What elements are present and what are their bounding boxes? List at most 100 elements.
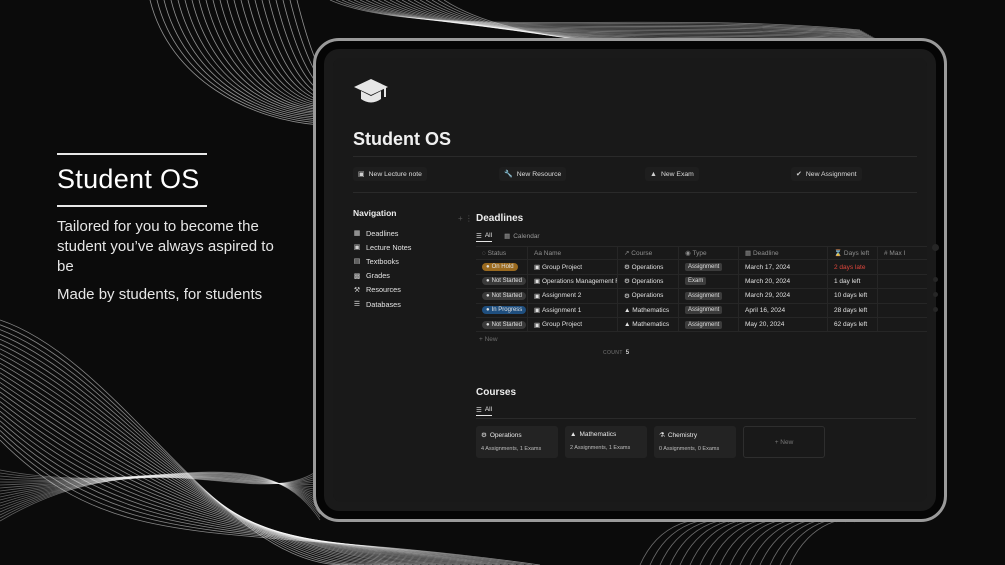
deadline-cell[interactable]: April 16, 2024: [739, 303, 828, 317]
wave-line: [719, 519, 793, 565]
course-cell[interactable]: ⚙ Operations: [618, 260, 679, 274]
name-cell[interactable]: ▣ Group Project: [528, 260, 618, 274]
wave-line: [659, 519, 739, 565]
column-days-left[interactable]: ⌛ Days left: [828, 247, 878, 260]
course-cell[interactable]: ⚙ Operations: [618, 274, 679, 289]
max-cell[interactable]: [878, 289, 918, 302]
status-dot-icon: ●: [486, 292, 490, 299]
drag-handle-icon[interactable]: + ⋮: [458, 214, 473, 223]
status-cell[interactable]: ● Not Started: [476, 289, 528, 303]
table-row[interactable]: ● Not Started ▣ Operations Management F ⚙ O…: [476, 274, 927, 290]
nav-item-lecture-notes[interactable]: ▣ Lecture Notes: [353, 240, 463, 254]
column-type[interactable]: ◉ Type: [679, 247, 739, 260]
database-icon: ☰: [476, 406, 482, 414]
table-row[interactable]: ● On Hold ▣ Group Project ⚙ Operations Assig…: [476, 260, 927, 275]
column-name[interactable]: Aa Name: [528, 247, 618, 260]
book-icon: ▤: [353, 258, 361, 266]
type-tag: Assignment: [685, 306, 723, 315]
nav-item-databases[interactable]: ☰ Databases: [353, 297, 463, 311]
view-tab-all[interactable]: ☰ All: [476, 404, 493, 416]
new-course-button[interactable]: + New: [743, 426, 825, 458]
type-cell[interactable]: Assignment: [679, 303, 739, 317]
name-cell[interactable]: ▣ Group Project: [528, 317, 618, 332]
type-tag: Assignment: [685, 263, 723, 272]
name-cell[interactable]: ▣ Assignment 1: [528, 303, 618, 317]
course-stats: 0 Assignments, 0 Exams: [659, 446, 720, 452]
status-cell[interactable]: ● In Progress: [476, 303, 528, 317]
status-cell[interactable]: ● Not Started: [476, 274, 528, 289]
new-resource-button[interactable]: 🔧 New Resource: [499, 167, 567, 181]
status-cell[interactable]: ● Not Started: [476, 317, 528, 332]
table-row[interactable]: ● In Progress ▣ Assignment 1 ▲ Mathematics A…: [476, 303, 927, 318]
nav-item-textbooks[interactable]: ▤ Textbooks: [353, 254, 463, 268]
add-row-button[interactable]: + New: [479, 336, 498, 343]
column-max[interactable]: # Max I: [878, 247, 918, 259]
deadline-cell[interactable]: March 20, 2024: [739, 274, 828, 289]
course-card-mathematics[interactable]: ▲ Mathematics 2 Assignments, 1 Exams: [565, 426, 647, 458]
nav-item-grades[interactable]: ▩ Grades: [353, 269, 463, 283]
status-dot-icon: ●: [486, 278, 490, 285]
deadline-cell[interactable]: March 17, 2024: [739, 260, 828, 274]
type-cell[interactable]: Assignment: [679, 289, 739, 303]
course-cell[interactable]: ▲ Mathematics: [618, 303, 679, 317]
wave-line: [639, 519, 721, 565]
deadline-cell[interactable]: March 29, 2024: [739, 289, 828, 303]
note-icon: ▣: [534, 278, 542, 286]
course-card-operations[interactable]: ⚙ Operations 4 Assignments, 1 Exams: [476, 426, 558, 458]
tablet-camera: [932, 244, 939, 251]
note-icon: ▣: [353, 244, 361, 252]
nav-item-deadlines[interactable]: ▦ Deadlines: [353, 226, 463, 240]
view-tab-all[interactable]: ☰ All: [476, 230, 493, 242]
course-cell[interactable]: ▲ Mathematics: [618, 317, 679, 332]
wrench-icon: 🔧: [504, 171, 513, 178]
new-exam-button[interactable]: ▲ New Exam: [645, 167, 699, 181]
days-left-cell[interactable]: 62 days left: [828, 317, 878, 332]
wrench-icon: ⚒: [353, 286, 361, 294]
course-icon: ⚙: [624, 292, 632, 300]
course-stats: 2 Assignments, 1 Exams: [570, 445, 631, 451]
wave-line: [769, 519, 838, 565]
deadline-cell[interactable]: May 20, 2024: [739, 317, 828, 332]
column-deadline[interactable]: ▦ Deadline: [739, 247, 828, 260]
max-cell[interactable]: [878, 304, 918, 317]
days-left-cell[interactable]: 28 days left: [828, 303, 878, 317]
view-tab-calendar[interactable]: ▦ Calendar: [504, 230, 540, 242]
type-cell[interactable]: Exam: [679, 274, 739, 289]
course-card-chemistry[interactable]: ⚗ Chemistry 0 Assignments, 0 Exams: [654, 426, 736, 458]
wave-line: [669, 519, 748, 565]
new-lecture-note-button[interactable]: ▣ New Lecture note: [353, 167, 427, 181]
days-left-cell[interactable]: 2 days late: [828, 260, 878, 274]
row-count: COUNT 5: [603, 350, 630, 356]
type-tag: Assignment: [685, 320, 723, 329]
calendar-icon: ▦: [353, 230, 361, 238]
table-row[interactable]: ● Not Started ▣ Group Project ▲ Mathematics…: [476, 317, 927, 333]
days-left-cell[interactable]: 1 day left: [828, 274, 878, 289]
status-cell[interactable]: ● On Hold: [476, 260, 528, 274]
wave-line: [0, 334, 365, 565]
notion-page: Student OS ▣ New Lecture note 🔧 New Reso…: [333, 58, 927, 502]
name-cell[interactable]: ▣ Operations Management F: [528, 274, 618, 289]
column-course[interactable]: ↗ Course: [618, 247, 679, 260]
navigation-title: Navigation: [353, 208, 397, 218]
type-cell[interactable]: Assignment: [679, 260, 739, 274]
calendar-icon: ▦: [504, 233, 511, 240]
course-icon: ▲: [624, 321, 633, 329]
type-tag: Exam: [685, 277, 707, 286]
max-cell[interactable]: [878, 260, 918, 273]
column-status[interactable]: ◌ Status: [476, 247, 528, 260]
new-assignment-button[interactable]: ✔ New Assignment: [791, 167, 862, 181]
check-circle-icon: ✔: [796, 171, 802, 178]
course-icon: ⚙: [624, 278, 632, 286]
max-cell[interactable]: [878, 275, 918, 288]
name-cell[interactable]: ▣ Assignment 2: [528, 289, 618, 303]
table-row[interactable]: ● Not Started ▣ Assignment 2 ⚙ Operations As…: [476, 289, 927, 304]
status-dot-icon: ●: [486, 307, 490, 314]
course-cell[interactable]: ⚙ Operations: [618, 289, 679, 303]
deadlines-title: Deadlines: [476, 213, 524, 224]
wave-line: [0, 329, 357, 565]
max-cell[interactable]: [878, 318, 918, 331]
days-left-cell[interactable]: 10 days left: [828, 289, 878, 303]
type-cell[interactable]: Assignment: [679, 317, 739, 332]
nav-item-resources[interactable]: ⚒ Resources: [353, 283, 463, 297]
graduation-cap-icon: ▲: [570, 431, 577, 438]
